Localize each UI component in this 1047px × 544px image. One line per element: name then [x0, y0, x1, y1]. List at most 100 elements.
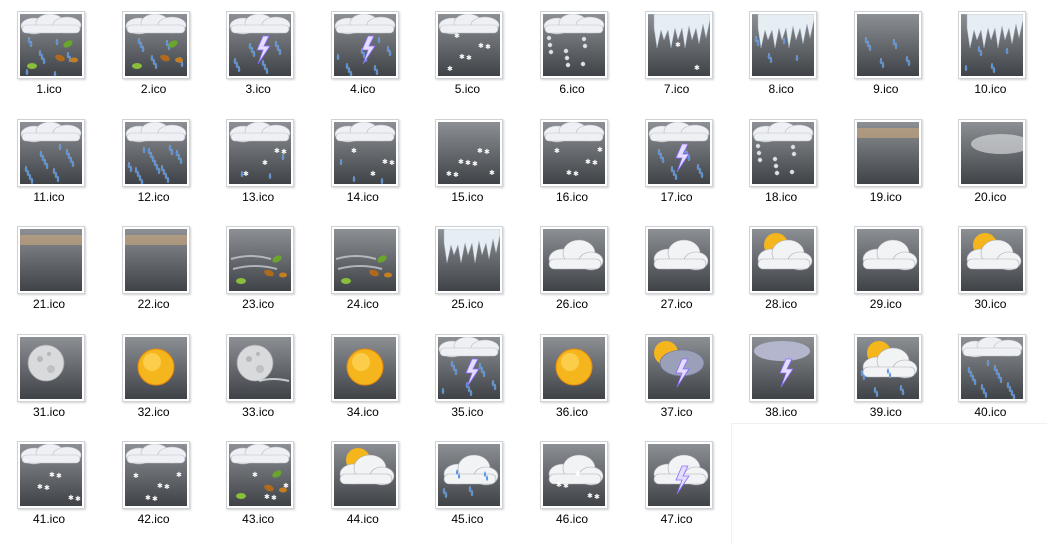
moon-icon[interactable]: [17, 333, 85, 402]
file-item[interactable]: 47.ico: [632, 434, 737, 542]
file-item[interactable]: 9.ico: [841, 4, 946, 112]
heavy-rain-cloud-icon[interactable]: [121, 118, 190, 187]
wind-rain-leaves-icon[interactable]: [121, 11, 190, 79]
file-item[interactable]: 1.ico: [4, 4, 109, 112]
file-item[interactable]: 45.ico: [422, 434, 527, 542]
file-item[interactable]: 28.ico: [736, 219, 841, 327]
thunderstorm-rain-icon[interactable]: [226, 11, 295, 79]
cloudy-icon[interactable]: [540, 226, 608, 294]
sun-icon[interactable]: [330, 333, 399, 402]
file-item[interactable]: 25.ico: [422, 219, 527, 327]
file-item[interactable]: 23.ico: [213, 219, 318, 327]
snow-cloud-icon[interactable]: ✱ ✱ ✱ ✱ ✱ ✱: [17, 441, 85, 509]
rain-cloud-icon[interactable]: [17, 118, 85, 187]
wind-rain-leaves-icon[interactable]: [17, 11, 85, 79]
file-item[interactable]: ✱ ✱ ✱ ✱ ✱ ✱ 42.ico: [109, 434, 214, 542]
haze-icon[interactable]: [17, 226, 85, 294]
file-item[interactable]: ✱ ✱ 7.ico: [632, 4, 737, 112]
fog-icon[interactable]: [958, 118, 1027, 187]
sun-rain-icon[interactable]: [853, 333, 922, 402]
file-item[interactable]: 26.ico: [527, 219, 632, 327]
file-item[interactable]: 29.ico: [841, 219, 946, 327]
svg-text:✱: ✱: [478, 42, 484, 50]
file-item[interactable]: 27.ico: [632, 219, 737, 327]
file-item[interactable]: 31.ico: [4, 327, 109, 435]
sun-icon[interactable]: [540, 333, 608, 402]
snow-cloud-icon[interactable]: ✱ ✱ ✱ ✱ ✱ ✱: [435, 11, 504, 79]
icicles-rain-icon[interactable]: [749, 11, 818, 79]
sleet-cloud-icon[interactable]: ✱ ✱ ✱ ✱: [330, 118, 399, 187]
file-item[interactable]: 12.ico: [109, 112, 214, 220]
file-item[interactable]: ✱ ✱ ✱ ✱ ✱ ✱ 5.ico: [422, 4, 527, 112]
file-item[interactable]: 3.ico: [213, 4, 318, 112]
file-item[interactable]: ✱ ✱ ✱ ✱ ✱ 46.ico: [527, 434, 632, 542]
thunderstorm-rain-icon[interactable]: [435, 333, 504, 402]
file-item[interactable]: 2.ico: [109, 4, 214, 112]
file-item[interactable]: 35.ico: [422, 327, 527, 435]
wind-leaves-icon[interactable]: [226, 226, 295, 294]
haze-icon[interactable]: [853, 118, 922, 187]
wind-leaves-icon[interactable]: [330, 226, 399, 294]
cloudy-night-icon[interactable]: [853, 226, 922, 294]
svg-text:✱: ✱: [454, 32, 460, 40]
file-item[interactable]: 32.ico: [109, 327, 214, 435]
snow-night-icon[interactable]: ✱ ✱ ✱ ✱ ✱: [540, 441, 608, 509]
svg-text:✱: ✱: [592, 159, 598, 167]
file-item[interactable]: 19.ico: [841, 112, 946, 220]
rain-night-icon[interactable]: [435, 441, 504, 509]
moon-clouds-icon[interactable]: [226, 333, 295, 402]
thunderstorm-rain-icon[interactable]: [330, 11, 399, 79]
wind-snow-leaves-icon[interactable]: ✱ ✱ ✱ ✱: [226, 441, 295, 509]
file-item[interactable]: 39.ico: [841, 327, 946, 435]
file-item[interactable]: 33.ico: [213, 327, 318, 435]
file-item[interactable]: 18.ico: [736, 112, 841, 220]
file-item[interactable]: 20.ico: [945, 112, 1047, 220]
file-item[interactable]: 11.ico: [4, 112, 109, 220]
file-item[interactable]: ✱ ✱ ✱ ✱ 43.ico: [213, 434, 318, 542]
file-item[interactable]: 24.ico: [318, 219, 423, 327]
partly-cloudy-day-icon[interactable]: [330, 441, 399, 509]
icicles-rain-icon[interactable]: [958, 11, 1027, 79]
drizzle-icon[interactable]: [853, 11, 922, 79]
cloudy-night-icon[interactable]: [644, 226, 713, 294]
file-item[interactable]: ✱ ✱ ✱ ✱ ✱ ✱ 41.ico: [4, 434, 109, 542]
file-item[interactable]: 6.ico: [527, 4, 632, 112]
file-item[interactable]: ✱ ✱ ✱ ✱ 13.ico: [213, 112, 318, 220]
lightning-icon[interactable]: [749, 333, 818, 402]
file-item[interactable]: ✱ ✱ ✱ ✱ ✱ ✱ 16.ico: [527, 112, 632, 220]
haze-icon[interactable]: [121, 226, 190, 294]
hail-cloud-icon[interactable]: [540, 11, 608, 79]
snow-cloud-icon[interactable]: ✱ ✱ ✱ ✱ ✱ ✱: [540, 118, 608, 187]
snow-cloud-icon[interactable]: ✱ ✱ ✱ ✱ ✱ ✱: [121, 441, 190, 509]
thunderstorm-rain-icon[interactable]: [644, 118, 713, 187]
file-item[interactable]: ✱ ✱ ✱ ✱ 14.ico: [318, 112, 423, 220]
file-item[interactable]: 37.ico: [632, 327, 737, 435]
sun-icon[interactable]: [121, 333, 190, 402]
file-item[interactable]: 17.ico: [632, 112, 737, 220]
file-item[interactable]: ✱ ✱ ✱ ✱ ✱ ✱ ✱ ✱ 15.ico: [422, 112, 527, 220]
hail-cloud-icon[interactable]: [749, 118, 818, 187]
file-item[interactable]: 36.ico: [527, 327, 632, 435]
icicles-snow-icon[interactable]: ✱ ✱: [644, 11, 713, 79]
file-item[interactable]: 10.ico: [945, 4, 1047, 112]
sun-thunderstorm-icon[interactable]: [644, 333, 713, 402]
file-item[interactable]: 21.ico: [4, 219, 109, 327]
file-item[interactable]: 38.ico: [736, 327, 841, 435]
flurries-icon[interactable]: ✱ ✱ ✱ ✱ ✱ ✱ ✱ ✱: [435, 118, 504, 187]
svg-text:✱: ✱: [556, 481, 562, 489]
file-item[interactable]: 8.ico: [736, 4, 841, 112]
file-item[interactable]: 40.ico: [945, 327, 1047, 435]
thunderstorm-night-icon[interactable]: [644, 441, 713, 509]
partly-cloudy-day-icon[interactable]: [958, 226, 1027, 294]
partly-cloudy-day-icon[interactable]: [749, 226, 818, 294]
file-item[interactable]: 44.ico: [318, 434, 423, 542]
rain-cloud-icon[interactable]: [958, 333, 1027, 402]
sleet-cloud-icon[interactable]: ✱ ✱ ✱ ✱: [226, 118, 295, 187]
file-item[interactable]: 34.ico: [318, 327, 423, 435]
file-item[interactable]: 22.ico: [109, 219, 214, 327]
file-item[interactable]: 4.ico: [318, 4, 423, 112]
svg-text:✱: ✱: [573, 170, 579, 178]
file-item[interactable]: 30.ico: [945, 219, 1047, 327]
icicles-icon[interactable]: [435, 226, 504, 294]
file-name: 13.ico: [242, 189, 275, 204]
